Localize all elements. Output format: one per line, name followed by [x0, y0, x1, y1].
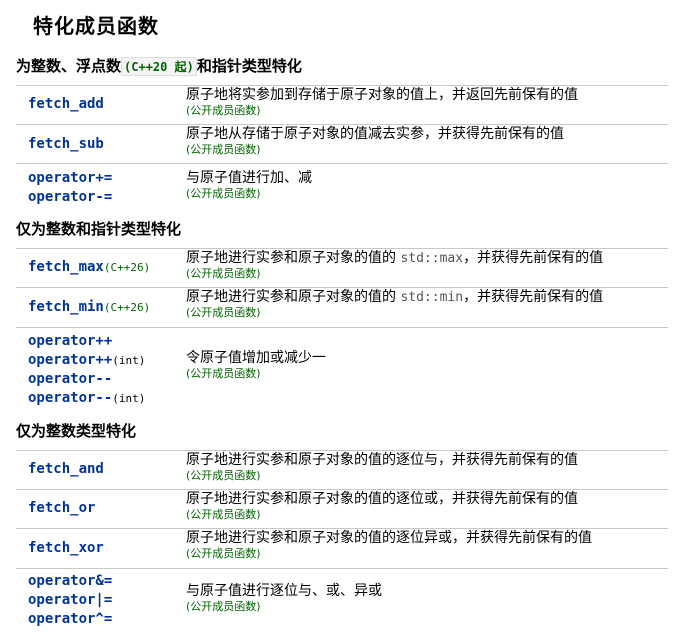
public-member-note[interactable]: (公开成员函数) [186, 187, 671, 200]
public-member-note[interactable]: (公开成员函数) [186, 547, 671, 560]
description-text: 原子地进行实参和原子对象的值的 [186, 289, 401, 305]
public-member-note[interactable]: (公开成员函数) [186, 306, 671, 319]
table-row-fetch-or: fetch_or 原子地进行实参和原子对象的值的逐位或，并获得先前保有的值 (公… [16, 489, 668, 528]
description-text: 原子地进行实参和原子对象的值的 [186, 250, 401, 266]
int-suffix: (int) [112, 392, 146, 405]
table-row-fetch-add: fetch_add 原子地将实参加到存储于原子对象的值上，并返回先前保有的值 (… [16, 85, 668, 124]
table-row-operator-bitwise: operator&= operator|= operator^= 与原子值进行逐… [16, 568, 668, 633]
section-heading-int-ptr: 仅为整数和指针类型特化 [16, 220, 182, 238]
int-suffix: (int) [112, 354, 146, 367]
page-title: 特化成员函数 [33, 14, 159, 38]
section-heading-int: 仅为整数类型特化 [16, 422, 137, 440]
operator-addsub-description: 与原子值进行加、减 (公开成员函数) [186, 170, 671, 200]
fetch-max-link[interactable]: fetch_max [28, 259, 104, 275]
table-row-fetch-max: fetch_max(C++26) 原子地进行实参和原子对象的值的 std::ma… [16, 248, 668, 287]
operator-postdecrement-link[interactable]: operator--(int) [28, 389, 145, 408]
description-text: ，并获得先前保有的值 [463, 289, 604, 305]
fetch-add-link[interactable]: fetch_add [28, 95, 104, 114]
operator-preincrement-link[interactable]: operator++ [28, 332, 145, 351]
public-member-note[interactable]: (公开成员函数) [186, 104, 671, 117]
description-text: 与原子值进行加、减 [186, 170, 312, 186]
operator-bitwise-description: 与原子值进行逐位与、或、异或 (公开成员函数) [186, 583, 671, 613]
cpp26-version-tag: (C++26) [103, 301, 151, 314]
fetch-xor-description: 原子地进行实参和原子对象的值的逐位异或，并获得先前保有的值 (公开成员函数) [186, 530, 671, 560]
operator-predecrement-link[interactable]: operator-- [28, 370, 145, 389]
fetch-max-description: 原子地进行实参和原子对象的值的 std::max，并获得先前保有的值 (公开成员… [186, 250, 671, 280]
operator-bitwise-links: operator&= operator|= operator^= [28, 572, 112, 629]
fetch-add-description: 原子地将实参加到存储于原子对象的值上，并返回先前保有的值 (公开成员函数) [186, 87, 671, 117]
public-member-note[interactable]: (公开成员函数) [186, 267, 671, 280]
operator-incdec-description: 令原子值增加或减少一 (公开成员函数) [186, 350, 671, 380]
description-text: 原子地进行实参和原子对象的值的逐位异或，并获得先前保有的值 [186, 530, 592, 546]
since-cpp20-badge[interactable]: (C++20 起) [121, 57, 197, 76]
fetch-and-description: 原子地进行实参和原子对象的值的逐位与，并获得先前保有的值 (公开成员函数) [186, 452, 671, 482]
table-row-operator-incdec: operator++ operator++(int) operator-- op… [16, 327, 668, 408]
fetch-min-link[interactable]: fetch_min [28, 299, 104, 315]
description-text: 原子地将实参加到存储于原子对象的值上，并返回先前保有的值 [186, 87, 578, 103]
public-member-note[interactable]: (公开成员函数) [186, 469, 671, 482]
description-text: 原子地进行实参和原子对象的值的逐位或，并获得先前保有的值 [186, 491, 578, 507]
fetch-sub-link[interactable]: fetch_sub [28, 135, 104, 154]
description-text: 原子地进行实参和原子对象的值的逐位与，并获得先前保有的值 [186, 452, 578, 468]
operator-or-assign-link[interactable]: operator|= [28, 591, 112, 610]
table-row-fetch-xor: fetch_xor 原子地进行实参和原子对象的值的逐位异或，并获得先前保有的值 … [16, 528, 668, 567]
operator-and-assign-link[interactable]: operator&= [28, 572, 112, 591]
std-max-link[interactable]: std::max [400, 251, 463, 266]
operator-addsub-links: operator+= operator-= [28, 169, 112, 207]
std-min-link[interactable]: std::min [400, 290, 463, 305]
operator-plus-assign-link[interactable]: operator+= [28, 169, 112, 188]
operator-xor-assign-link[interactable]: operator^= [28, 610, 112, 629]
fetch-sub-description: 原子地从存储于原子对象的值减去实参，并获得先前保有的值 (公开成员函数) [186, 126, 671, 156]
description-text: 原子地从存储于原子对象的值减去实参，并获得先前保有的值 [186, 126, 564, 142]
description-text: 与原子值进行逐位与、或、异或 [186, 583, 382, 599]
section-heading-text: 为整数、浮点数 [16, 57, 122, 75]
operator-minus-assign-link[interactable]: operator-= [28, 188, 112, 207]
section-heading-text: 和指针类型特化 [196, 57, 302, 75]
operator-name: operator-- [28, 390, 113, 406]
fetch-or-description: 原子地进行实参和原子对象的值的逐位或，并获得先前保有的值 (公开成员函数) [186, 491, 671, 521]
operator-incdec-links: operator++ operator++(int) operator-- op… [28, 332, 145, 408]
description-text: 令原子值增加或减少一 [186, 350, 326, 366]
public-member-note[interactable]: (公开成员函数) [186, 143, 671, 156]
fetch-and-link[interactable]: fetch_and [28, 460, 104, 479]
cpp26-version-tag: (C++26) [103, 261, 151, 274]
table-row-fetch-min: fetch_min(C++26) 原子地进行实参和原子对象的值的 std::mi… [16, 287, 668, 326]
operator-postincrement-link[interactable]: operator++(int) [28, 351, 145, 370]
section-heading-int-float-ptr: 为整数、浮点数 (C++20 起) 和指针类型特化 [16, 55, 302, 76]
operator-name: operator++ [28, 352, 113, 368]
fetch-xor-link[interactable]: fetch_xor [28, 539, 104, 558]
description-text: ，并获得先前保有的值 [463, 250, 604, 266]
fetch-min-description: 原子地进行实参和原子对象的值的 std::min，并获得先前保有的值 (公开成员… [186, 289, 671, 319]
fetch-min-cell: fetch_min(C++26) [28, 298, 150, 317]
public-member-note[interactable]: (公开成员函数) [186, 600, 671, 613]
table-row-fetch-and: fetch_and 原子地进行实参和原子对象的值的逐位与，并获得先前保有的值 (… [16, 450, 668, 489]
table-row-operator-addsub: operator+= operator-= 与原子值进行加、减 (公开成员函数) [16, 163, 668, 208]
table-row-fetch-sub: fetch_sub 原子地从存储于原子对象的值减去实参，并获得先前保有的值 (公… [16, 124, 668, 163]
fetch-max-cell: fetch_max(C++26) [28, 258, 150, 277]
fetch-or-link[interactable]: fetch_or [28, 499, 95, 518]
public-member-note[interactable]: (公开成员函数) [186, 367, 671, 380]
public-member-note[interactable]: (公开成员函数) [186, 508, 671, 521]
